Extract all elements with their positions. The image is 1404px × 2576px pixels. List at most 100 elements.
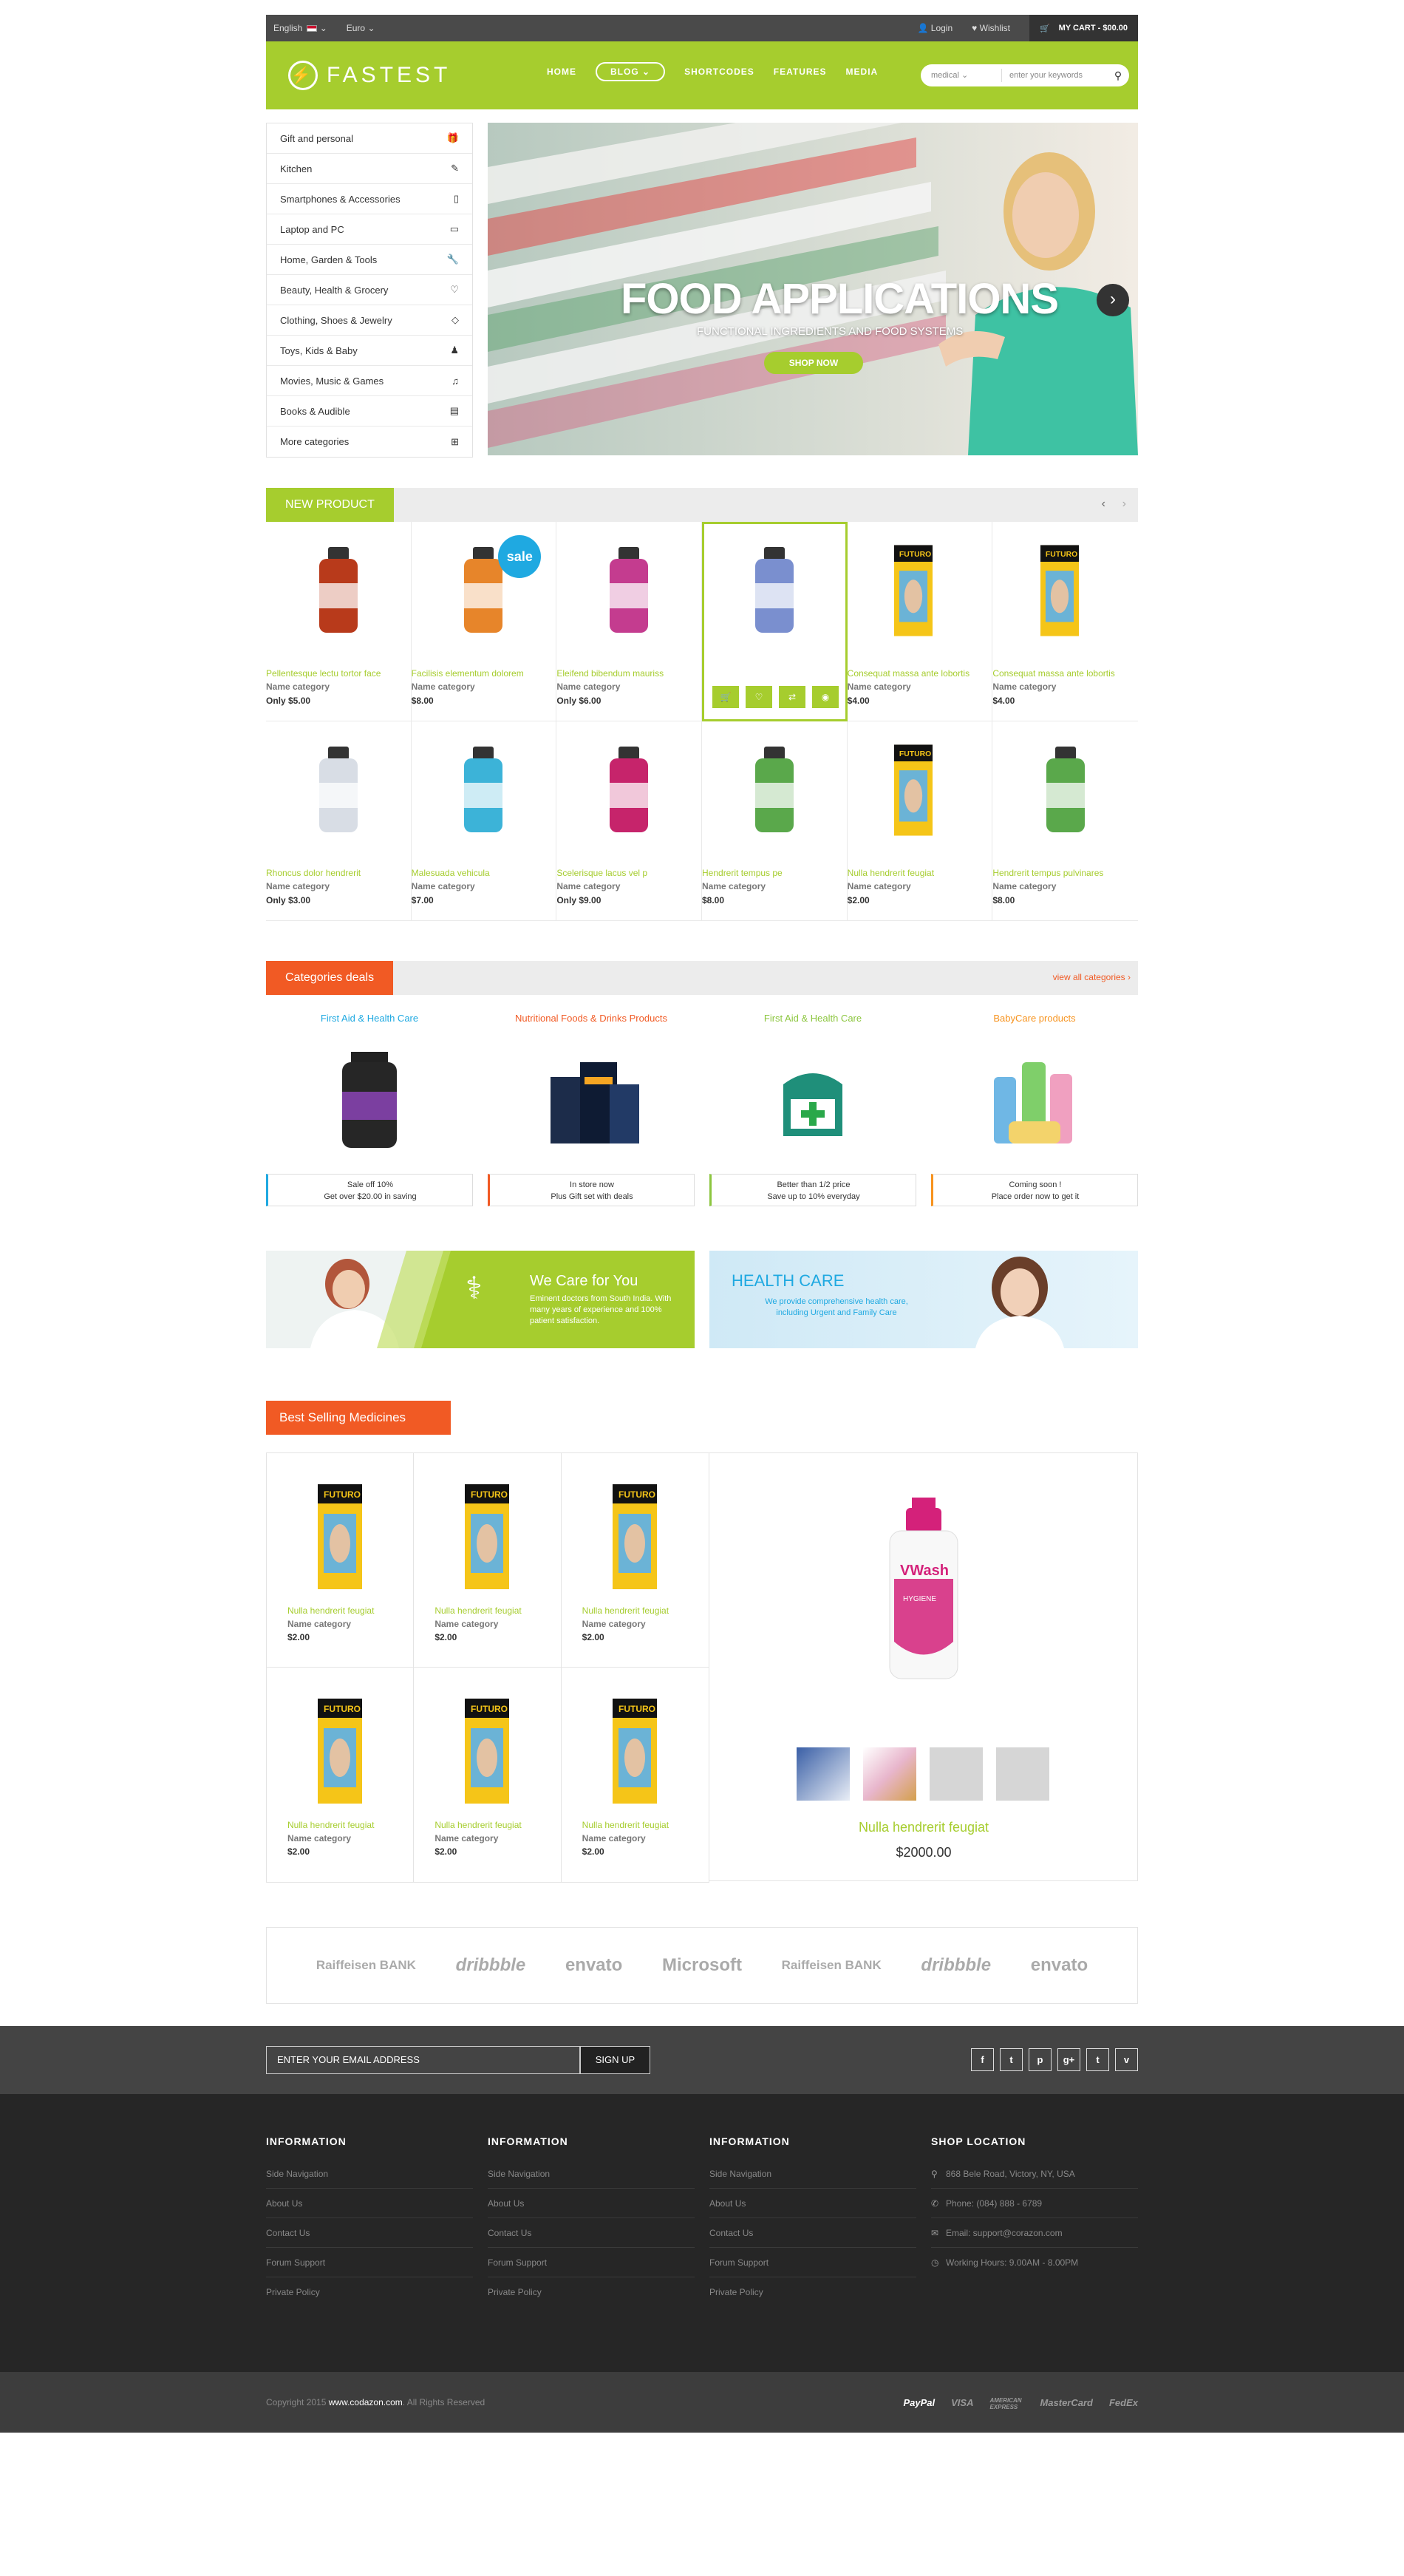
footer-link[interactable]: Forum Support xyxy=(488,2248,695,2277)
product-name[interactable]: Nulla hendrerit feugiat xyxy=(582,1820,669,1830)
footer-link[interactable]: Private Policy xyxy=(488,2277,695,2307)
sidebar-item[interactable]: Clothing, Shoes & Jewelry ◇ xyxy=(267,305,472,336)
cart-button[interactable]: 🛒 MY CART - $00.00 xyxy=(1029,15,1138,41)
footer-link[interactable]: Side Navigation xyxy=(488,2159,695,2189)
shuffle-icon[interactable]: ⇄ xyxy=(779,686,805,708)
google-plus-icon[interactable]: g+ xyxy=(1057,2048,1080,2071)
footer-link[interactable]: Side Navigation xyxy=(709,2159,916,2189)
tumblr-icon[interactable]: t xyxy=(1086,2048,1109,2071)
category-deal[interactable]: Nutritional Foods & Drinks Products In st… xyxy=(488,1013,695,1206)
brand-logo[interactable]: dribbble xyxy=(921,1955,991,1976)
pinterest-icon[interactable]: p xyxy=(1029,2048,1052,2071)
product-card[interactable]: FUTURO Nulla hendrerit feugiat Name categ… xyxy=(414,1453,562,1668)
product-name[interactable]: Consequat massa ante lobortis xyxy=(992,668,1114,679)
brand-logo[interactable]: Raiffeisen BANK xyxy=(782,1958,882,1973)
footer-link[interactable]: Forum Support xyxy=(266,2248,473,2277)
thumbnail[interactable] xyxy=(996,1747,1049,1801)
deal-title[interactable]: First Aid & Health Care xyxy=(266,1013,473,1024)
footer-link[interactable]: About Us xyxy=(488,2189,695,2218)
product-card[interactable]: Rhoncus dolor hendrerit Name category Only… xyxy=(266,721,412,921)
product-card[interactable]: FUTURO Nulla hendrerit feugiat Name categ… xyxy=(562,1668,709,1882)
footer-link[interactable]: Side Navigation xyxy=(266,2159,473,2189)
brand-logo[interactable]: Microsoft xyxy=(662,1955,742,1976)
deal-title[interactable]: First Aid & Health Care xyxy=(709,1013,916,1024)
sidebar-item[interactable]: More categories ⊞ xyxy=(267,426,472,457)
vimeo-icon[interactable]: v xyxy=(1115,2048,1138,2071)
brand-logo[interactable]: dribbble xyxy=(456,1955,526,1976)
product-card[interactable]: 🛒 ♡ ⇄ ◉ xyxy=(702,522,848,721)
prev-arrow-icon[interactable]: ‹ xyxy=(1102,497,1105,511)
product-card[interactable]: FUTURO Consequat massa ante lobortis Name… xyxy=(992,522,1138,721)
product-card[interactable]: sale Facilisis elementum dolorem Name cate… xyxy=(411,522,557,721)
facebook-icon[interactable]: f xyxy=(971,2048,994,2071)
product-card[interactable]: FUTURO Consequat massa ante lobortis Name… xyxy=(847,522,993,721)
brand-logo[interactable]: envato xyxy=(565,1955,622,1976)
product-name[interactable]: Nulla hendrerit feugiat xyxy=(435,1820,521,1830)
currency-selector[interactable]: Euro ⌄ xyxy=(347,23,375,33)
footer-link[interactable]: About Us xyxy=(709,2189,916,2218)
product-card[interactable]: FUTURO Nulla hendrerit feugiat Name categ… xyxy=(267,1453,415,1668)
category-deal[interactable]: First Aid & Health Care Sale off 10% Get o… xyxy=(266,1013,473,1206)
search-icon[interactable]: ⚲ xyxy=(1107,69,1129,82)
search-category-select[interactable]: medical ⌄ xyxy=(921,69,1002,82)
product-card[interactable]: Hendrerit tempus pulvinares Name category… xyxy=(992,721,1138,921)
nav-features[interactable]: FEATURES xyxy=(774,67,827,81)
sidebar-item[interactable]: Home, Garden & Tools 🔧 xyxy=(267,245,472,275)
product-name[interactable]: Hendrerit tempus pe xyxy=(702,868,783,878)
email[interactable]: ✉ Email: support@corazon.com xyxy=(931,2218,1138,2248)
product-name[interactable]: Facilisis elementum dolorem xyxy=(412,668,524,679)
heart-icon[interactable]: ♡ xyxy=(746,686,772,708)
brand-logo[interactable]: envato xyxy=(1031,1955,1088,1976)
product-name[interactable]: Hendrerit tempus pulvinares xyxy=(992,868,1103,878)
product-card[interactable]: Hendrerit tempus pe Name category $8.00 xyxy=(702,721,848,921)
product-card[interactable]: FUTURO Nulla hendrerit feugiat Name categ… xyxy=(267,1668,415,1882)
site-link[interactable]: www.codazon.com xyxy=(329,2397,403,2407)
shop-now-button[interactable]: SHOP NOW xyxy=(764,352,863,374)
footer-link[interactable]: Contact Us xyxy=(488,2218,695,2248)
promo-health-care[interactable]: HEALTH CARE We provide comprehensive hea… xyxy=(709,1251,1138,1348)
product-name[interactable]: Nulla hendrerit feugiat xyxy=(435,1605,521,1616)
sidebar-item[interactable]: Kitchen ✎ xyxy=(267,154,472,184)
sidebar-item[interactable]: Toys, Kids & Baby ♟ xyxy=(267,336,472,366)
nav-media[interactable]: MEDIA xyxy=(846,67,879,81)
product-name[interactable]: Pellentesque lectu tortor face xyxy=(266,668,381,679)
deal-title[interactable]: Nutritional Foods & Drinks Products xyxy=(488,1013,695,1024)
product-name[interactable]: Nulla hendrerit feugiat xyxy=(848,868,934,878)
email-field[interactable]: ENTER YOUR EMAIL ADDRESS xyxy=(266,2046,580,2074)
thumbnail[interactable] xyxy=(863,1747,916,1801)
sidebar-item[interactable]: Laptop and PC ▭ xyxy=(267,214,472,245)
slider-next-icon[interactable]: › xyxy=(1097,284,1129,316)
product-card[interactable]: FUTURO Nulla hendrerit feugiat Name categ… xyxy=(414,1668,562,1882)
product-name[interactable]: Rhoncus dolor hendrerit xyxy=(266,868,361,878)
category-deal[interactable]: First Aid & Health Care Better than 1/2 p… xyxy=(709,1013,916,1206)
brand-logo[interactable]: Raiffeisen BANK xyxy=(316,1958,416,1973)
product-name[interactable]: Scelerisque lacus vel p xyxy=(556,868,647,878)
product-name[interactable]: Malesuada vehicula xyxy=(412,868,490,878)
login-link[interactable]: 👤 Login xyxy=(917,23,953,33)
product-name[interactable]: Nulla hendrerit feugiat xyxy=(287,1605,374,1616)
featured-name[interactable]: Nulla hendrerit feugiat xyxy=(709,1820,1138,1835)
sidebar-item[interactable]: Smartphones & Accessories ▯ xyxy=(267,184,472,214)
product-card[interactable]: Malesuada vehicula Name category $7.00 xyxy=(411,721,557,921)
deal-title[interactable]: BabyCare products xyxy=(931,1013,1138,1024)
footer-link[interactable]: Private Policy xyxy=(709,2277,916,2307)
product-card[interactable]: Eleifend bibendum mauriss Name category On… xyxy=(556,522,702,721)
product-name[interactable]: Nulla hendrerit feugiat xyxy=(582,1605,669,1616)
cart-icon[interactable]: 🛒 xyxy=(712,686,739,708)
sign-up-button[interactable]: SIGN UP xyxy=(580,2046,650,2074)
nav-blog[interactable]: BLOG ⌄ xyxy=(596,62,666,81)
footer-link[interactable]: Contact Us xyxy=(266,2218,473,2248)
product-name[interactable]: Consequat massa ante lobortis xyxy=(848,668,969,679)
next-arrow-icon[interactable]: › xyxy=(1122,497,1126,511)
sidebar-item[interactable]: Movies, Music & Games ♫ xyxy=(267,366,472,396)
product-card[interactable]: Scelerisque lacus vel p Name category Only… xyxy=(556,721,702,921)
logo[interactable]: ⚡ FASTEST xyxy=(288,61,451,90)
sidebar-item[interactable]: Beauty, Health & Grocery ♡ xyxy=(267,275,472,305)
product-name[interactable]: Eleifend bibendum mauriss xyxy=(556,668,664,679)
footer-link[interactable]: Forum Support xyxy=(709,2248,916,2277)
sidebar-item[interactable]: Books & Audible ▤ xyxy=(267,396,472,426)
thumbnail[interactable] xyxy=(930,1747,983,1801)
promo-we-care[interactable]: ⚕ We Care for You Eminent doctors from S… xyxy=(266,1251,695,1348)
category-deal[interactable]: BabyCare products Coming soon ! Place orde… xyxy=(931,1013,1138,1206)
nav-home[interactable]: HOME xyxy=(547,67,576,81)
